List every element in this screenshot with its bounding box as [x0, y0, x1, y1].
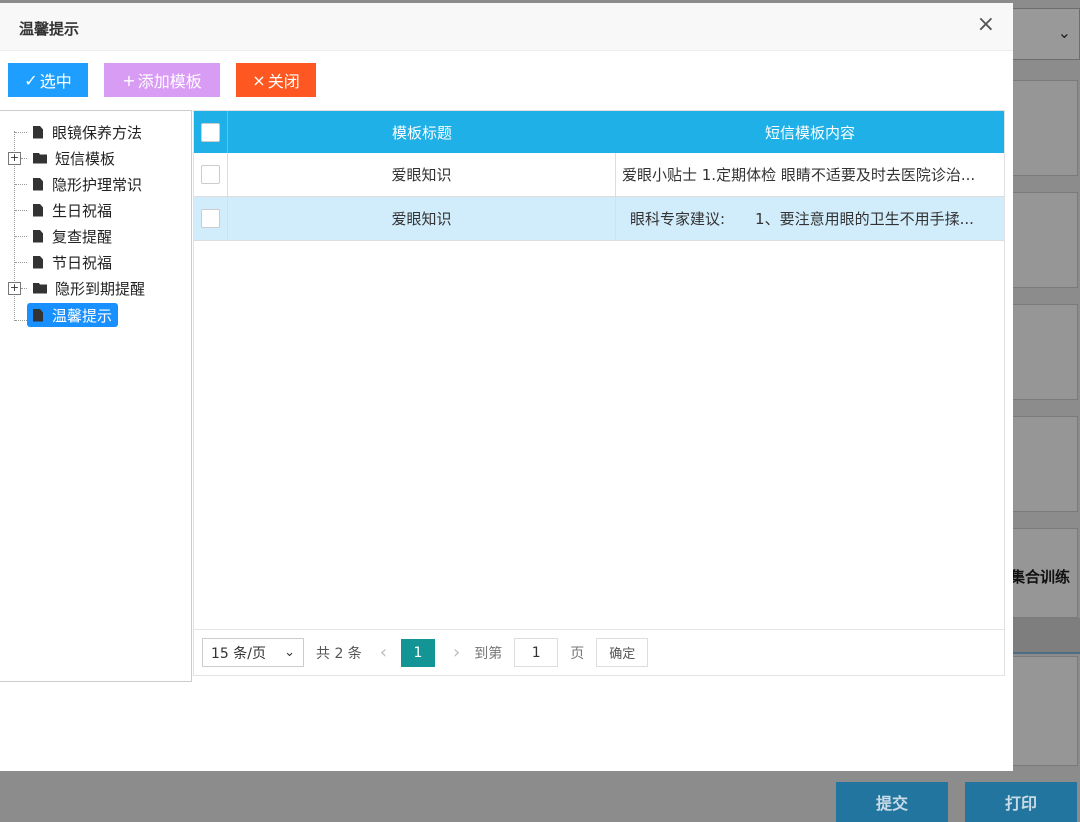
plus-icon: +	[122, 70, 136, 90]
background-dropdown[interactable]: ⌄	[1012, 8, 1080, 60]
tree-item-label: 眼镜保养方法	[52, 123, 143, 142]
tree-dash	[15, 262, 27, 263]
background-section-label: 集合训练	[1010, 568, 1071, 586]
toolbar: ✓ 选中 + 添加模板 × 关闭	[8, 63, 332, 97]
row-checkbox[interactable]	[201, 209, 220, 228]
tree-dash	[15, 210, 27, 211]
expand-icon[interactable]: +	[8, 282, 21, 295]
table-row[interactable]: 爱眼知识 眼科专家建议: 1、要注意用眼的卫生不用手揉...	[194, 197, 1004, 241]
tree-item-label: 复查提醒	[52, 227, 113, 246]
expand-icon[interactable]: +	[8, 152, 21, 165]
file-icon	[33, 255, 43, 269]
tree-dash	[15, 132, 27, 133]
tree-item-label: 节日祝福	[52, 253, 113, 272]
tree-item-label: 温馨提示	[52, 306, 113, 325]
goto-confirm-button[interactable]: 确定	[596, 638, 649, 667]
close-button-label: 关闭	[267, 72, 300, 91]
tree-item-contact-lens-care[interactable]: 隐形护理常识	[27, 172, 148, 196]
background-panel	[1012, 80, 1078, 176]
tree-item-recheck-reminder[interactable]: 复查提醒	[27, 224, 118, 248]
tree-dash	[15, 320, 27, 321]
check-icon: ✓	[24, 70, 38, 90]
tree-item-eyeglass-care[interactable]: 眼镜保养方法	[27, 120, 148, 144]
cell-content: 爱眼小贴士 1.定期体检 眼睛不适要及时去医院诊治...	[622, 166, 976, 184]
next-page-icon[interactable]: ›	[453, 642, 460, 663]
goto-page-input[interactable]: 1	[514, 638, 559, 667]
page-size-value: 15 条/页	[211, 645, 266, 662]
dialog-title: 温馨提示	[19, 20, 80, 38]
current-page[interactable]: 1	[401, 638, 436, 667]
print-button[interactable]: 打印	[965, 782, 1077, 822]
background-panel	[1012, 416, 1078, 512]
add-template-label: 添加模板	[137, 72, 202, 91]
file-icon	[33, 203, 43, 217]
cell-content: 眼科专家建议: 1、要注意用眼的卫生不用手揉...	[630, 210, 974, 228]
chevron-down-icon: ⌄	[1057, 23, 1071, 42]
row-checkbox[interactable]	[201, 165, 220, 184]
total-count: 共 2 条	[316, 645, 362, 662]
table-header: 模板标题 短信模板内容	[194, 111, 1004, 153]
template-tree: 眼镜保养方法 + 短信模板 隐形护理常识 生日祝福 复查提醒 节日祝福 + 隐形…	[0, 110, 192, 682]
file-icon	[33, 308, 43, 322]
add-template-button[interactable]: + 添加模板	[104, 63, 220, 97]
background-panel	[1012, 192, 1078, 288]
select-button-label: 选中	[39, 72, 72, 91]
page-size-select[interactable]: 15 条/页 ⌄	[202, 638, 304, 667]
file-icon	[33, 229, 43, 243]
x-icon: ×	[252, 70, 266, 90]
tree-item-birthday-wishes[interactable]: 生日祝福	[27, 198, 118, 222]
tree-item-lens-expiry-reminder[interactable]: 隐形到期提醒	[27, 276, 151, 300]
folder-icon	[33, 152, 47, 164]
tree-item-holiday-wishes[interactable]: 节日祝福	[27, 250, 118, 274]
chevron-down-icon: ⌄	[284, 645, 295, 660]
goto-label: 到第	[474, 645, 503, 662]
table-row[interactable]: 爱眼知识 爱眼小贴士 1.定期体检 眼睛不适要及时去医院诊治...	[194, 153, 1004, 197]
page-unit-label: 页	[570, 645, 585, 662]
column-header-title[interactable]: 模板标题	[228, 111, 616, 153]
close-button[interactable]: × 关闭	[236, 63, 316, 97]
close-icon[interactable]: ×	[977, 14, 995, 36]
cell-title: 爱眼知识	[228, 153, 616, 196]
tree-item-label: 隐形护理常识	[52, 175, 143, 194]
tree-item-sms-templates[interactable]: 短信模板	[27, 146, 121, 170]
cell-title: 爱眼知识	[228, 197, 616, 240]
tree-dash	[15, 236, 27, 237]
select-all-checkbox[interactable]	[201, 122, 220, 142]
tree-dash	[15, 184, 27, 185]
dialog-header: 温馨提示 ×	[0, 3, 1013, 51]
tree-item-warm-tips[interactable]: 温馨提示	[27, 303, 119, 327]
prev-page-icon[interactable]: ‹	[380, 642, 387, 663]
pagination: 15 条/页 ⌄ 共 2 条 ‹ 1 › 到第 1 页 确定	[194, 629, 1004, 675]
submit-button[interactable]: 提交	[836, 782, 948, 822]
tree-item-label: 生日祝福	[52, 201, 113, 220]
column-header-content[interactable]: 短信模板内容	[616, 111, 1004, 153]
background-panel	[1012, 656, 1078, 766]
template-dialog: 温馨提示 × ✓ 选中 + 添加模板 × 关闭 眼镜保养方法 + 短信模板 隐形…	[0, 3, 1013, 771]
file-icon	[33, 125, 43, 139]
file-icon	[33, 177, 43, 191]
tree-item-label: 短信模板	[55, 149, 116, 168]
template-table: 模板标题 短信模板内容 爱眼知识 爱眼小贴士 1.定期体检 眼睛不适要及时去医院…	[193, 110, 1005, 676]
select-button[interactable]: ✓ 选中	[8, 63, 88, 97]
background-strip	[1012, 618, 1080, 654]
folder-icon	[33, 282, 47, 294]
background-panel	[1012, 304, 1078, 400]
tree-item-label: 隐形到期提醒	[55, 279, 146, 298]
